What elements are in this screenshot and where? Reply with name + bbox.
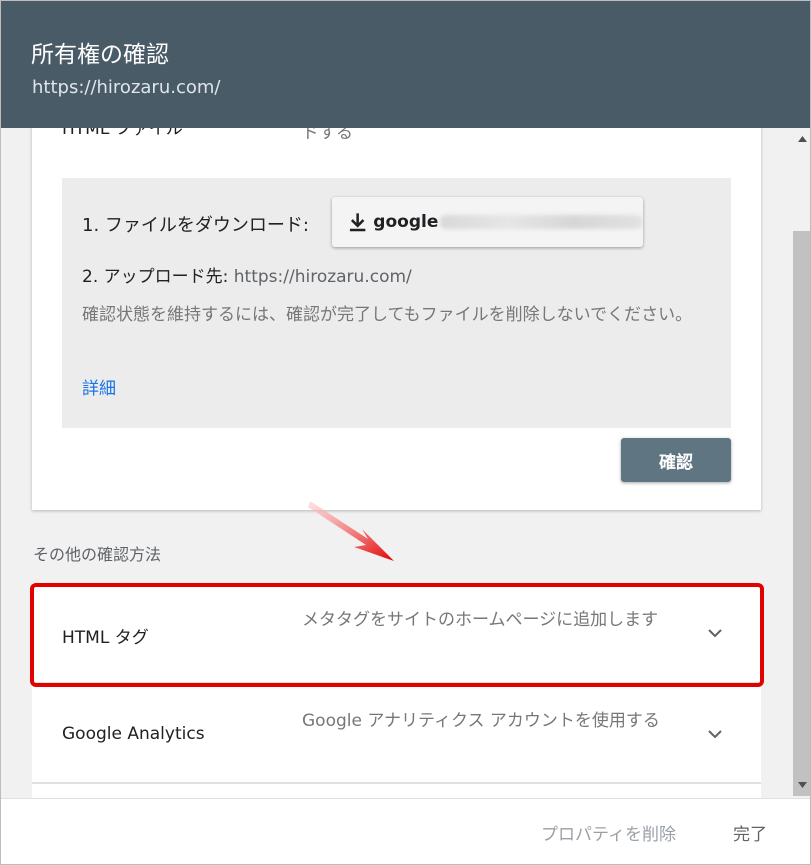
download-file-button[interactable]: google <box>332 197 643 247</box>
scroll-up-arrow-icon[interactable] <box>798 136 807 142</box>
dialog-footer: プロパティを削除 完了 <box>1 798 810 864</box>
method-description: Google アナリティクス アカウントを使用する <box>302 711 660 731</box>
done-button[interactable]: 完了 <box>733 820 767 845</box>
details-link[interactable]: 詳細 <box>82 374 116 399</box>
ownership-dialog: 所有権の確認 https://hirozaru.com/ HTML ファイル ド… <box>0 0 811 865</box>
step2-text: 2. アップロード先: <box>82 267 229 287</box>
upload-url: https://hirozaru.com/ <box>233 267 412 287</box>
other-methods-title: その他の確認方法 <box>33 545 162 564</box>
download-icon <box>349 213 366 232</box>
dialog-title: 所有権の確認 <box>31 42 169 68</box>
property-url: https://hirozaru.com/ <box>32 77 221 98</box>
method-html-tag[interactable]: HTML タグ メタタグをサイトのホームページに追加します <box>32 583 761 683</box>
method-label: HTML タグ <box>62 628 149 648</box>
keep-file-note: 確認状態を維持するには、確認が完了してもファイルを削除しないでください。 <box>82 305 693 325</box>
method-next-item[interactable] <box>32 783 761 798</box>
annotation-arrow-icon <box>308 501 394 561</box>
method-description: メタタグをサイトのホームページに追加します <box>302 610 659 630</box>
chevron-down-icon[interactable] <box>705 724 725 744</box>
delete-property-button[interactable]: プロパティを削除 <box>541 820 676 845</box>
dialog-header: 所有権の確認 https://hirozaru.com/ <box>1 1 810 128</box>
html-file-instructions: 1. ファイルをダウンロード: google 2. アップロード先: https… <box>62 178 731 428</box>
method-google-analytics[interactable]: Google Analytics Google アナリティクス アカウントを使用… <box>32 683 761 783</box>
html-file-card: HTML ファイル ドする 1. ファイルをダウンロード: google 2. … <box>32 128 761 510</box>
confirm-button[interactable]: 確認 <box>621 438 731 482</box>
blurred-file-name <box>440 215 643 229</box>
scrollbar[interactable] <box>793 128 810 798</box>
step2-label: 2. アップロード先: https://hirozaru.com/ <box>82 262 412 287</box>
chevron-down-icon[interactable] <box>705 623 725 643</box>
scrollbar-thumb[interactable] <box>793 231 810 796</box>
download-file-name: google <box>373 212 439 232</box>
method-label: Google Analytics <box>62 724 205 744</box>
dialog-scroll-area[interactable]: HTML ファイル ドする 1. ファイルをダウンロード: google 2. … <box>1 128 793 798</box>
scroll-down-arrow-icon[interactable] <box>798 782 807 788</box>
html-file-label: HTML ファイル <box>62 128 183 139</box>
html-file-description: ドする <box>302 128 353 143</box>
step1-label: 1. ファイルをダウンロード: <box>82 215 309 236</box>
